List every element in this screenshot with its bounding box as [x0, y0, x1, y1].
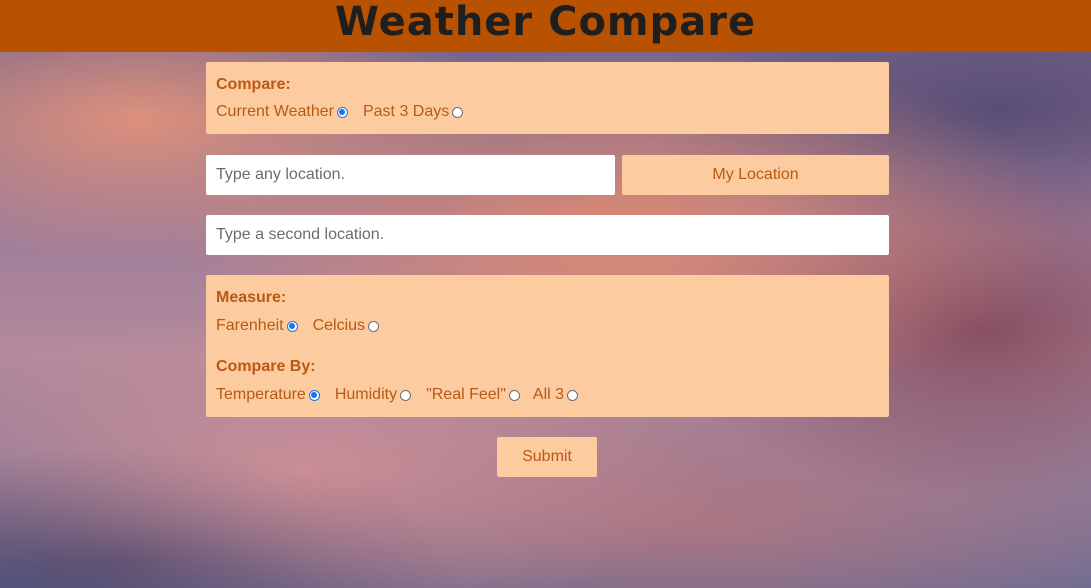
real-feel-radio[interactable]: [508, 389, 520, 401]
celcius-radio[interactable]: [368, 320, 380, 332]
all-3-radio[interactable]: [567, 389, 579, 401]
current-weather-radio[interactable]: [336, 106, 348, 118]
options-panel: Measure: Farenheit Celcius Compare By: T…: [206, 275, 889, 417]
measure-radio-group: Farenheit Celcius: [216, 317, 392, 335]
measure-option-label: Farenheit: [216, 317, 284, 334]
compare-by-option-label: All 3: [532, 386, 565, 403]
compare-label: Compare:: [216, 76, 291, 93]
temperature-radio[interactable]: [308, 389, 320, 401]
compare-by-option-temperature[interactable]: Temperature: [216, 386, 320, 404]
page-title: Weather Compare: [334, 0, 757, 45]
compare-by-radio-group: Temperature Humidity "Real Feel" All 3: [216, 386, 591, 404]
second-location-input[interactable]: [206, 215, 889, 255]
compare-by-option-humidity[interactable]: Humidity: [334, 386, 412, 404]
humidity-radio[interactable]: [400, 389, 412, 401]
compare-by-option-label: "Real Feel": [426, 386, 506, 403]
measure-option-celcius[interactable]: Celcius: [312, 317, 380, 335]
farenheit-radio[interactable]: [286, 320, 298, 332]
compare-radio-group: Current Weather Past 3 Days: [216, 103, 476, 121]
compare-option-label: Past 3 Days: [362, 103, 450, 120]
compare-by-option-real-feel[interactable]: "Real Feel": [426, 386, 520, 404]
measure-option-label: Celcius: [312, 317, 366, 334]
submit-button[interactable]: Submit: [497, 437, 597, 477]
first-location-input[interactable]: [206, 155, 615, 195]
measure-option-farenheit[interactable]: Farenheit: [216, 317, 298, 335]
compare-by-label: Compare By:: [216, 358, 316, 375]
compare-option-label: Current Weather: [216, 103, 334, 120]
compare-option-past-3-days[interactable]: Past 3 Days: [362, 103, 464, 121]
measure-label: Measure:: [216, 289, 287, 306]
compare-by-option-label: Humidity: [334, 386, 398, 403]
compare-by-option-label: Temperature: [216, 386, 306, 403]
compare-by-option-all-3[interactable]: All 3: [532, 386, 579, 404]
past-3-days-radio[interactable]: [452, 106, 464, 118]
app-header: Weather Compare: [0, 0, 1091, 52]
my-location-button[interactable]: My Location: [622, 155, 889, 195]
compare-option-current-weather[interactable]: Current Weather: [216, 103, 348, 121]
compare-panel: Compare: Current Weather Past 3 Days: [206, 62, 889, 134]
